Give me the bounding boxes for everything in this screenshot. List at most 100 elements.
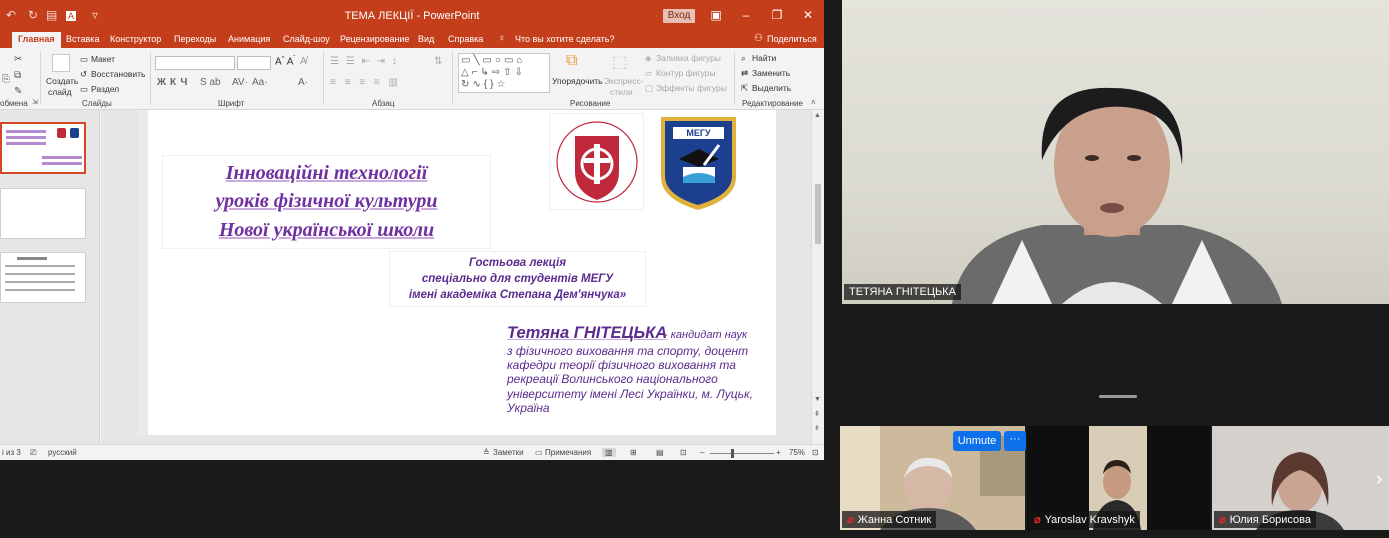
tab-animation[interactable]: Анимация <box>228 32 270 48</box>
font-color-icon[interactable]: A· <box>298 77 308 88</box>
find-icon: ⌕ <box>741 53 746 63</box>
tab-transitions[interactable]: Переходы <box>174 32 216 48</box>
share-button[interactable]: Поделиться <box>767 32 817 48</box>
ribbon-display-icon[interactable]: ▣ <box>708 8 724 22</box>
speaker-video[interactable] <box>842 0 1389 304</box>
font-style-icons[interactable]: ЖКЧ <box>157 77 191 88</box>
tab-help[interactable]: Справка <box>448 32 483 48</box>
lightbulb-icon: ♀ <box>498 33 506 44</box>
minimize-icon[interactable]: – <box>738 8 754 22</box>
shape-outline-button[interactable]: Контур фигуры <box>656 68 715 78</box>
format-painter-icon[interactable]: ✎ <box>14 86 22 97</box>
scroll-down-icon[interactable]: ▼ <box>814 396 821 403</box>
spellcheck-icon[interactable]: ⎚ <box>30 448 36 458</box>
slide-thumbnail-2[interactable] <box>0 188 86 239</box>
restore-icon[interactable]: ❐ <box>769 8 785 22</box>
align-icons[interactable]: ≡ ≡ ≡ ≡ ▥ <box>330 77 401 88</box>
tab-review[interactable]: Рецензирование <box>340 32 410 48</box>
normal-view-icon[interactable]: ▥ <box>602 448 616 457</box>
select-button[interactable]: Выделить <box>752 83 791 93</box>
slide-thumbnail-3[interactable] <box>0 252 86 303</box>
tell-me-input[interactable]: Что вы хотите сделать? <box>515 32 615 48</box>
arrange-icon[interactable]: ⧉ <box>566 52 577 70</box>
muted-mic-icon-2: ⌀ <box>1034 514 1041 526</box>
next-page-chevron-icon[interactable]: › <box>1376 468 1383 491</box>
ribbon: ⎘ ✂ ⧉ ✎ обмена ⇲ Создать слайд ▭ Макет ↺… <box>0 48 824 110</box>
login-button[interactable]: Вход <box>663 9 695 23</box>
megu-logo: МЕГУ <box>659 115 738 212</box>
muted-mic-icon: ⌀ <box>847 514 854 526</box>
replace-button[interactable]: Заменить <box>752 68 790 78</box>
quick-styles-icon[interactable]: ⬚ <box>612 52 627 72</box>
unmute-button[interactable]: Unmute <box>953 431 1001 451</box>
tab-slideshow[interactable]: Слайд-шоу <box>283 32 330 48</box>
slides-group-label: Слайды <box>82 99 112 108</box>
shape-fill-button[interactable]: Заливка фигуры <box>656 53 721 63</box>
paste-icon[interactable]: ⎘ <box>2 74 10 85</box>
vertical-scrollbar[interactable]: ▲ ▼ ⇞ ⇟ <box>811 110 824 444</box>
next-slide-icon[interactable]: ⇟ <box>814 424 820 432</box>
zoom-in-icon[interactable]: + <box>776 448 781 457</box>
zoom-out-icon[interactable]: – <box>700 448 704 457</box>
shape-icons[interactable]: ▭╲▭○▭⌂ <box>461 55 525 66</box>
shape-outline-icon: ▱ <box>645 68 652 78</box>
spacing-icon[interactable]: AV· <box>232 77 248 88</box>
paragraph-group-label: Абзац <box>372 99 395 108</box>
tab-home[interactable]: Главная <box>12 32 61 48</box>
more-options-button[interactable]: ··· <box>1004 431 1026 451</box>
resize-handle[interactable] <box>1099 395 1137 398</box>
notes-button[interactable]: Заметки <box>493 448 524 457</box>
text-direction-icon[interactable]: ⇅ <box>434 56 442 67</box>
tab-design[interactable]: Конструктор <box>110 32 161 48</box>
editing-group-label: Редактирование <box>742 99 803 108</box>
grow-font-icon[interactable]: A^ Aˇ <box>275 56 295 67</box>
new-slide-button[interactable]: Создать <box>46 76 78 86</box>
section-button[interactable]: Раздел <box>91 84 119 94</box>
shape-icons-3[interactable]: ↻∿{}☆ <box>461 79 508 90</box>
close-icon[interactable]: ✕ <box>800 8 816 22</box>
zoom-level[interactable]: 75% <box>789 448 805 457</box>
quick-styles-button[interactable]: Экспресс- <box>604 76 644 86</box>
find-button[interactable]: Найти <box>752 53 776 63</box>
quick-styles-button-2[interactable]: стили <box>610 87 633 97</box>
reading-view-icon[interactable]: ▤ <box>656 448 664 457</box>
author-name: Тетяна ГНІТЕЦЬКА <box>507 324 668 342</box>
strike-icon[interactable]: S ab <box>200 77 221 88</box>
status-bar: і из 3 ⎚ русский ≙ Заметки ▭ Примечания … <box>0 444 824 460</box>
new-slide-button-2[interactable]: слайд <box>48 87 72 97</box>
prev-slide-icon[interactable]: ⇞ <box>814 410 820 418</box>
slide-title-line-3: Нової української школи <box>218 219 435 241</box>
participant-3-name: ⌀ Юлия Борисова <box>1214 511 1316 528</box>
copy-icon[interactable]: ⧉ <box>14 70 21 81</box>
shape-icons-2[interactable]: △⌐↳⇨⇧⇩ <box>461 67 526 78</box>
shapes-gallery[interactable]: ▭╲▭○▭⌂ △⌐↳⇨⇧⇩ ↻∿{}☆ <box>458 53 550 93</box>
scroll-thumb[interactable] <box>815 184 821 244</box>
list-icons[interactable]: ☰ ☰ ⇤ ⇥ ↕ <box>330 56 399 67</box>
slide-thumbnail-1[interactable] <box>0 122 86 174</box>
scroll-up-icon[interactable]: ▲ <box>814 112 821 119</box>
reset-button[interactable]: Восстановить <box>91 69 145 79</box>
change-case-icon[interactable]: Aa· <box>252 77 268 88</box>
layout-button[interactable]: Макет <box>91 54 115 64</box>
comments-button[interactable]: Примечания <box>545 448 591 457</box>
speaker-silhouette <box>952 87 1282 304</box>
participant-1-name: ⌀ Жанна Сотник <box>842 511 937 528</box>
font-size-combo[interactable] <box>237 56 271 70</box>
fit-slide-icon[interactable]: ⊡ <box>812 448 819 457</box>
font-name-combo[interactable] <box>155 56 235 70</box>
shape-effects-button[interactable]: Эффекты фигуры <box>656 83 727 93</box>
dialog-launcher-icon[interactable]: ⇲ <box>32 98 38 106</box>
zoom-slider[interactable] <box>710 453 774 454</box>
language-indicator[interactable]: русский <box>48 448 77 457</box>
slideshow-view-icon[interactable]: ⊡ <box>680 448 687 457</box>
new-slide-icon[interactable] <box>52 54 70 72</box>
collapse-ribbon-icon[interactable]: ˄ <box>811 98 816 107</box>
tab-view[interactable]: Вид <box>418 32 434 48</box>
replace-icon: ⇄ <box>741 68 749 78</box>
zoom-slider-knob[interactable] <box>731 449 734 458</box>
slide-sorter-icon[interactable]: ⊞ <box>630 448 637 457</box>
cut-icon[interactable]: ✂ <box>14 54 22 65</box>
clear-format-icon[interactable]: A̸ <box>300 56 307 67</box>
arrange-button[interactable]: Упорядочить <box>552 76 603 86</box>
tab-insert[interactable]: Вставка <box>66 32 99 48</box>
